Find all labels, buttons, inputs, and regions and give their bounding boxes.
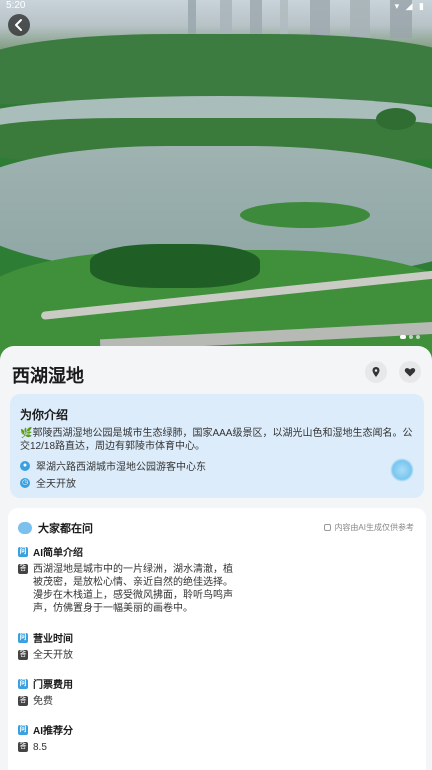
status-bar: 5:20 ▾ ◢ ▮ [0,0,432,12]
faq-title: 大家都在问 [38,523,93,535]
faq-answer: 全天开放 [33,650,73,661]
detail-sheet: 西湖湿地 为你介绍 🌿郭陵西湖湿地公园是城市生态绿肺，国家AAA级景区，以湖光山… [0,346,432,770]
heart-icon [404,368,416,377]
faq-item[interactable]: 问营业时间 答全天开放 [18,630,418,662]
island [240,202,370,228]
question-icon: 问 [18,678,28,689]
hero-photo[interactable]: 5:20 ▾ ◢ ▮ [0,0,432,360]
intro-card: 为你介绍 🌿郭陵西湖湿地公园是城市生态绿肺，国家AAA级景区，以湖光山色和湿地生… [10,394,424,498]
answer-icon: 答 [18,650,28,660]
chevron-left-icon [15,19,22,31]
location-button[interactable] [365,361,387,383]
ai-disclaimer: 内容由AI生成仅供参考 [324,522,414,533]
clock-icon: ◷ [20,477,30,488]
carousel-indicator [400,335,420,339]
location-pin-icon [372,367,380,377]
status-time: 5:20 [6,0,26,11]
faq-answer: 免费 [33,696,53,707]
question-icon: 问 [18,724,28,735]
intro-text: 🌿郭陵西湖湿地公园是城市生态绿肺，国家AAA级景区，以湖光山色和湿地生态闻名。公… [20,428,413,452]
faq-item[interactable]: 问 AI推荐分 答 8.5 [18,722,418,754]
faq-item[interactable]: 问 AI简单介绍 答西湖湿地是城市中的一片绿洲，湖水清澈，植被茂密，是放松心情、亲… [18,544,418,615]
faq-card: 大家都在问 内容由AI生成仅供参考 问 AI简单介绍 答西湖湿地是城市中的一片绿洲… [8,508,426,770]
answer-icon: 答 [18,742,28,752]
answer-icon: 答 [18,564,28,574]
favorite-button[interactable] [399,361,421,383]
hours-row: ◷ 全天开放 [20,475,76,490]
faq-answer: 西湖湿地是城市中的一片绿洲，湖水清澈，植被茂密，是放松心情、亲近自然的绝佳选择。… [33,564,233,614]
faq-question: 营业时间 [33,634,73,645]
chat-bubble-icon [18,522,32,534]
weather-icon [390,458,414,482]
faq-item[interactable]: 问门票费用 答免费 [18,676,418,708]
intro-title: 为你介绍 [20,408,69,422]
question-icon: 问 [18,546,28,557]
address-row[interactable]: ● 翠湖六路西湖城市湿地公园游客中心东 [20,458,206,473]
back-button[interactable] [8,14,30,36]
status-icons: ▾ ◢ ▮ [394,1,426,11]
location-icon: ● [20,460,30,471]
hours-text: 全天开放 [36,479,76,490]
faq-question: AI推荐分 [33,726,73,737]
faq-answer: 8.5 [33,742,47,753]
answer-icon: 答 [18,696,28,706]
address-text: 翠湖六路西湖城市湿地公园游客中心东 [36,462,206,473]
faq-question: 门票费用 [33,680,73,691]
question-icon: 问 [18,632,28,643]
faq-question: AI简单介绍 [33,548,83,559]
faq-header: 大家都在问 [18,520,93,536]
info-icon [324,524,332,531]
place-title: 西湖湿地 [12,366,84,386]
